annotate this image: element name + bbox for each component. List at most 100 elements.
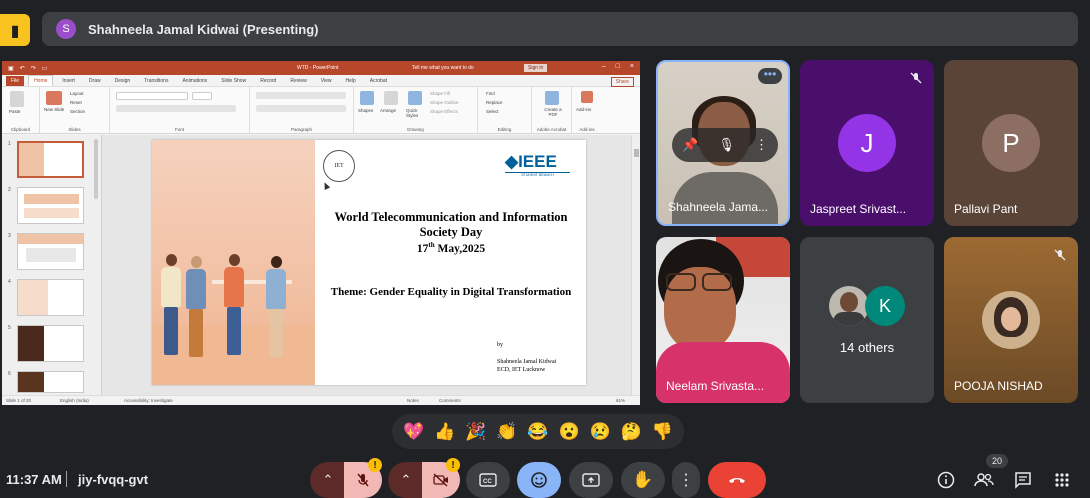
reaction-thinking-icon[interactable]: 🤔 (621, 422, 642, 442)
accessibility-status[interactable]: Accessibility: Investigate (124, 398, 173, 403)
font-size-select[interactable] (192, 92, 212, 100)
video-options-button[interactable]: ⌃ (388, 462, 424, 498)
select-button[interactable]: Select (486, 109, 499, 114)
slide-text-area: IET ◆IEEE STUDENT BRANCH World Telecommu… (315, 140, 586, 385)
font-name-select[interactable] (116, 92, 188, 100)
minimize-icon[interactable]: – (602, 63, 606, 70)
ribbon-group-addins: Add-ins Add-ins (572, 87, 602, 133)
ribbon-group-label: Clipboard (10, 127, 31, 132)
pin-icon[interactable]: 📌 (682, 137, 698, 153)
reset-button[interactable]: Reset (70, 100, 82, 105)
tab-view[interactable]: View (316, 76, 337, 86)
close-icon[interactable]: × (630, 63, 634, 70)
redo-icon[interactable]: ↷ (31, 65, 36, 72)
shape-effects-button[interactable]: Shape Effects (430, 109, 458, 114)
closed-captions-icon: CC (479, 473, 497, 487)
participant-tile[interactable]: P Pallavi Pant (944, 60, 1078, 226)
tab-home[interactable]: Home (28, 75, 54, 86)
activities-button[interactable] (1048, 466, 1076, 494)
ppt-sign-in-button[interactable]: Sign in (524, 64, 548, 72)
tab-review[interactable]: Review (285, 76, 311, 86)
reactions-button[interactable] (517, 462, 561, 498)
participant-tile[interactable]: J Jaspreet Srivast... (800, 60, 934, 226)
zoom-level[interactable]: 61% (616, 398, 625, 403)
meeting-info-button[interactable] (932, 466, 960, 494)
reaction-party-icon[interactable]: 🎉 (465, 422, 486, 442)
tab-design[interactable]: Design (110, 76, 136, 86)
reaction-surprised-icon[interactable]: 😮 (559, 422, 580, 442)
chat-button[interactable] (1009, 466, 1037, 494)
slide-thumbnail[interactable] (17, 141, 84, 178)
present-icon[interactable]: ▭ (42, 65, 48, 72)
presentation-logo-icon[interactable]: ▮ (0, 14, 30, 46)
replace-button[interactable]: Replace (486, 100, 503, 105)
thumbnail-scrollbar[interactable] (94, 139, 98, 199)
reaction-laugh-icon[interactable]: 😂 (527, 422, 548, 442)
slide-thumbnail[interactable] (17, 279, 84, 316)
maximize-icon[interactable]: □ (616, 63, 620, 70)
tab-transitions[interactable]: Transitions (139, 76, 173, 86)
people-button[interactable] (970, 466, 998, 494)
current-slide[interactable]: IET ◆IEEE STUDENT BRANCH World Telecommu… (152, 140, 586, 385)
tab-slide-show[interactable]: Slide Show (216, 76, 251, 86)
tab-acrobat[interactable]: Acrobat (365, 76, 392, 86)
shapes-icon[interactable] (360, 91, 374, 105)
slide-thumbnail[interactable] (17, 371, 84, 393)
participant-tile[interactable]: ••• 📌 🎙 ⋮ Shahneela Jama... (656, 60, 790, 226)
paste-icon[interactable] (10, 91, 24, 107)
participant-tile[interactable]: Neelam Srivasta... (656, 237, 790, 403)
more-options-icon[interactable]: ••• (758, 68, 782, 84)
others-tile[interactable]: K 14 others (800, 237, 934, 403)
reaction-thumbs-down-icon[interactable]: 👎 (652, 422, 673, 442)
present-screen-button[interactable] (569, 462, 613, 498)
presenter-banner[interactable]: S Shahneela Jamal Kidwai (Presenting) (42, 12, 1078, 46)
leave-call-button[interactable] (708, 462, 766, 498)
ppt-share-button[interactable]: Share (610, 77, 634, 87)
undo-icon[interactable]: ↶ (20, 65, 25, 72)
reaction-heart-icon[interactable]: 💖 (403, 422, 424, 442)
meeting-code[interactable]: jiy-fvqq-gvt (78, 472, 148, 487)
save-icon[interactable]: ▣ (8, 65, 14, 72)
slide-thumbnail[interactable] (17, 325, 84, 362)
captions-button[interactable]: CC (466, 462, 510, 498)
slide-thumbnail-pane[interactable]: 1 2 3 4 5 6 (2, 135, 102, 395)
tab-file[interactable]: File (6, 76, 25, 86)
reaction-thumbs-up-icon[interactable]: 👍 (434, 422, 455, 442)
more-options-button[interactable]: ⋮ (672, 462, 700, 498)
ribbon-group-label: Add-ins (579, 127, 595, 132)
shape-outline-button[interactable]: Shape Outline (430, 100, 459, 105)
align-buttons[interactable] (256, 105, 346, 112)
slide-thumbnail[interactable] (17, 233, 84, 270)
tab-record[interactable]: Record (255, 76, 281, 86)
layout-button[interactable]: Layout (70, 91, 84, 96)
tab-insert[interactable]: Insert (57, 76, 80, 86)
shape-fill-button[interactable]: Shape Fill (430, 91, 450, 96)
top-bar: ▮ S Shahneela Jamal Kidwai (Presenting) (0, 0, 1090, 56)
ppt-tell-me[interactable]: Tell me what you want to do (412, 65, 474, 71)
mic-icon[interactable]: 🎙 (718, 137, 735, 153)
language-indicator[interactable]: English (India) (60, 398, 89, 403)
reaction-sad-icon[interactable]: 😢 (590, 422, 611, 442)
font-format-buttons[interactable] (116, 105, 236, 112)
create-pdf-icon[interactable] (545, 91, 559, 105)
section-button[interactable]: Section (70, 109, 85, 114)
arrange-icon[interactable] (384, 91, 398, 105)
find-button[interactable]: Find (486, 91, 495, 96)
tab-animations[interactable]: Animations (177, 76, 212, 86)
add-ins-icon[interactable] (581, 91, 593, 103)
audio-options-button[interactable]: ⌃ (310, 462, 346, 498)
list-buttons[interactable] (256, 92, 346, 99)
reaction-clap-icon[interactable]: 👏 (496, 422, 517, 442)
participant-tile[interactable]: POOJA NISHAD (944, 237, 1078, 403)
tab-draw[interactable]: Draw (84, 76, 106, 86)
notes-button[interactable]: Notes (407, 398, 419, 403)
new-slide-icon[interactable] (46, 91, 62, 105)
comments-button[interactable]: Comments (439, 398, 461, 403)
more-vert-icon[interactable]: ⋮ (755, 137, 768, 153)
slide-scrollbar[interactable] (631, 135, 640, 395)
quick-styles-icon[interactable] (408, 91, 422, 105)
tab-help[interactable]: Help (340, 76, 360, 86)
slide-thumbnail[interactable] (17, 187, 84, 224)
raise-hand-button[interactable]: ✋ (621, 462, 665, 498)
ppt-editor-area: 1 2 3 4 5 6 IET ◆IEEE STUDENT BRANCH Wor… (2, 135, 640, 395)
